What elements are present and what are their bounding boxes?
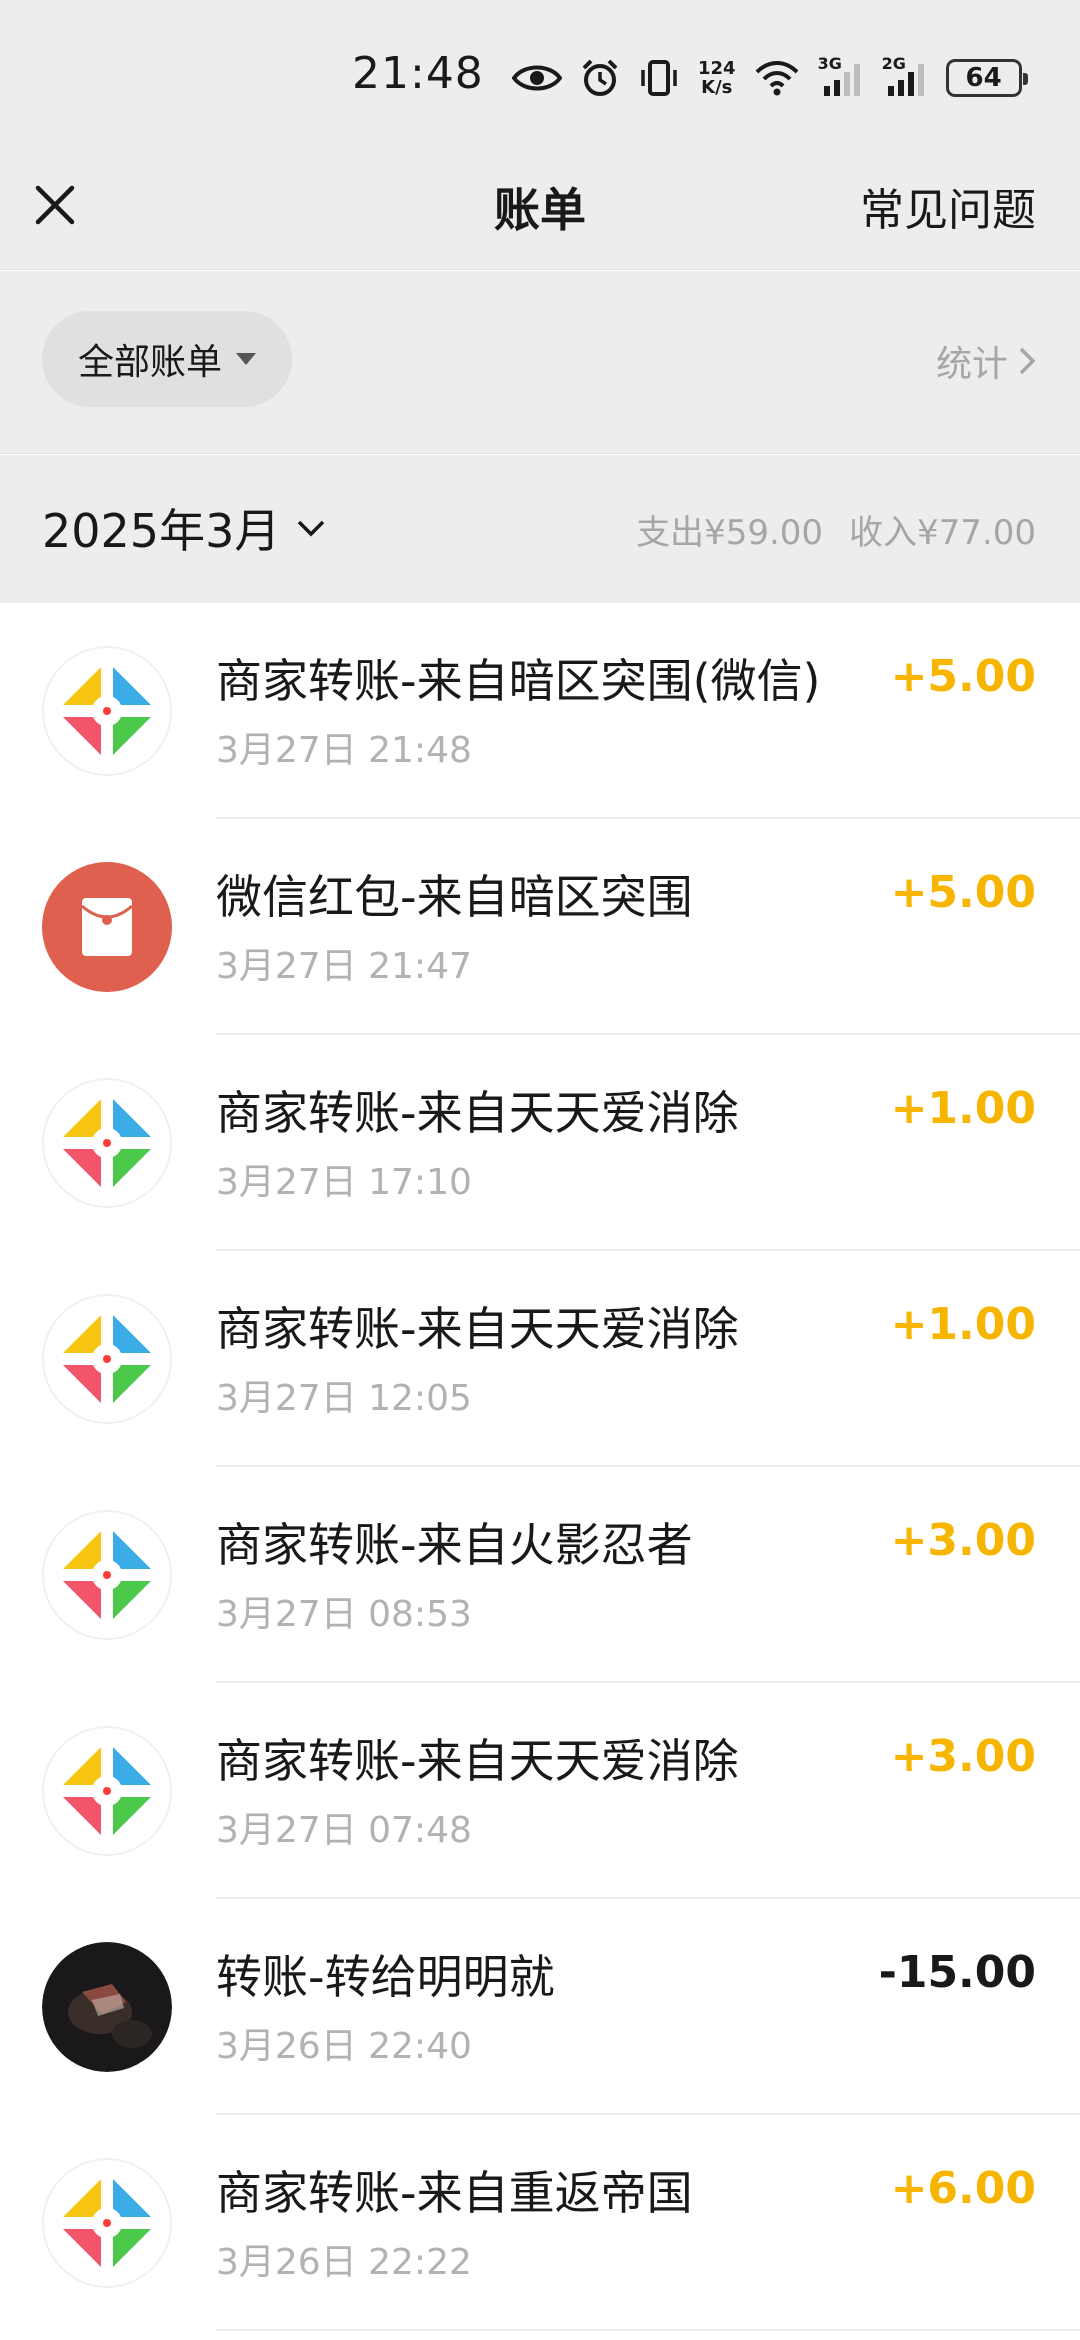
faq-link[interactable]: 常见问题 bbox=[860, 174, 1036, 238]
user-avatar bbox=[42, 1942, 172, 2072]
transaction-amount: +5.00 bbox=[890, 867, 1036, 918]
signal-bars-icon bbox=[823, 64, 860, 96]
signal-sim2: 2G bbox=[882, 54, 928, 98]
stats-label: 统计 bbox=[935, 344, 1008, 385]
expense-summary: 支出¥59.00 bbox=[636, 505, 823, 554]
transaction-row[interactable]: 商家转账-来自天天爱消除 3月27日 12:05 +1.00 bbox=[0, 1251, 1080, 1467]
nav-bar: 账单 常见问题 bbox=[0, 150, 1080, 270]
net-speed-unit: K/s bbox=[701, 77, 733, 98]
status-icons: 124 K/s 3G 2G 64 bbox=[512, 50, 1028, 106]
transaction-amount: +5.00 bbox=[890, 651, 1036, 702]
wifi-icon bbox=[755, 61, 798, 96]
transaction-time: 3月27日 12:05 bbox=[216, 1378, 472, 1419]
merchant-icon bbox=[42, 1078, 172, 1208]
chevron-right-icon bbox=[1019, 347, 1036, 375]
transaction-time: 3月27日 07:48 bbox=[216, 1810, 472, 1851]
status-bar: 21:48 124 K/s 3G 2G 64 bbox=[0, 0, 1080, 150]
income-value: ¥77.00 bbox=[917, 513, 1036, 553]
income-summary: 收入¥77.00 bbox=[849, 505, 1036, 554]
merchant-icon bbox=[42, 1294, 172, 1424]
transaction-title: 商家转账-来自天天爱消除 bbox=[216, 1086, 739, 1140]
transaction-time: 3月27日 21:48 bbox=[216, 730, 472, 771]
caret-down-icon bbox=[236, 353, 256, 365]
merchant-icon bbox=[42, 2158, 172, 2288]
transaction-amount: +3.00 bbox=[890, 1731, 1036, 1782]
vibrate-icon bbox=[641, 60, 677, 96]
merchant-icon bbox=[42, 646, 172, 776]
transaction-row[interactable]: 转账-转给明明就 3月26日 22:40 -15.00 bbox=[0, 1899, 1080, 2115]
transaction-title: 商家转账-来自天天爱消除 bbox=[216, 1302, 739, 1356]
expense-label: 支出 bbox=[636, 513, 705, 553]
stats-link[interactable]: 统计 bbox=[936, 335, 1036, 387]
transaction-title: 商家转账-来自天天爱消除 bbox=[216, 1734, 739, 1788]
transaction-title: 转账-转给明明就 bbox=[216, 1950, 555, 2004]
transaction-row[interactable]: 微信红包-来自暗区突围 3月27日 21:47 +5.00 bbox=[0, 819, 1080, 1035]
transaction-amount: -15.00 bbox=[878, 1947, 1036, 1998]
transaction-row[interactable]: 商家转账-来自重返帝国 3月26日 22:22 +6.00 bbox=[0, 2115, 1080, 2331]
battery-indicator: 64 bbox=[945, 59, 1028, 97]
merchant-icon bbox=[42, 1510, 172, 1640]
net-speed-value: 124 bbox=[698, 58, 736, 79]
signal-bars-icon bbox=[887, 64, 924, 96]
transaction-list: 商家转账-来自暗区突围(微信) 3月27日 21:48 +5.00 微信红包-来自暗区… bbox=[0, 603, 1080, 2331]
row-divider bbox=[216, 2329, 1080, 2331]
transaction-amount: +6.00 bbox=[890, 2163, 1036, 2214]
income-label: 收入 bbox=[849, 513, 918, 553]
bill-filter-label: 全部账单 bbox=[77, 342, 222, 383]
red-packet-icon bbox=[42, 862, 172, 992]
transaction-amount: +1.00 bbox=[890, 1299, 1036, 1350]
transaction-title: 商家转账-来自重返帝国 bbox=[216, 2166, 693, 2220]
transaction-title: 微信红包-来自暗区突围 bbox=[216, 870, 693, 924]
expense-value: ¥59.00 bbox=[704, 513, 824, 553]
transaction-row[interactable]: 商家转账-来自天天爱消除 3月27日 07:48 +3.00 bbox=[0, 1683, 1080, 1899]
eye-icon bbox=[512, 65, 562, 91]
transaction-row[interactable]: 商家转账-来自暗区突围(微信) 3月27日 21:48 +5.00 bbox=[0, 603, 1080, 819]
status-time: 21:48 bbox=[352, 48, 484, 99]
net-speed: 124 K/s bbox=[698, 59, 736, 97]
filter-row: 全部账单 统计 bbox=[0, 271, 1080, 454]
month-header: 2025年3月 支出¥59.00 收入¥77.00 bbox=[0, 455, 1080, 603]
month-label: 2025年3月 bbox=[42, 504, 281, 558]
transaction-amount: +1.00 bbox=[890, 1083, 1036, 1134]
transaction-time: 3月26日 22:22 bbox=[216, 2242, 472, 2283]
bill-filter-dropdown[interactable]: 全部账单 bbox=[42, 311, 292, 407]
transaction-row[interactable]: 商家转账-来自火影忍者 3月27日 08:53 +3.00 bbox=[0, 1467, 1080, 1683]
transaction-amount: +3.00 bbox=[890, 1515, 1036, 1566]
transaction-time: 3月27日 08:53 bbox=[216, 1594, 472, 1635]
transaction-title: 商家转账-来自暗区突围(微信) bbox=[216, 654, 821, 708]
month-summary: 支出¥59.00 收入¥77.00 bbox=[636, 505, 1036, 554]
chevron-down-icon bbox=[298, 520, 325, 537]
month-selector[interactable]: 2025年3月 bbox=[42, 495, 326, 561]
transaction-title: 商家转账-来自火影忍者 bbox=[216, 1518, 693, 1572]
merchant-icon bbox=[42, 1726, 172, 1856]
transaction-time: 3月27日 21:47 bbox=[216, 946, 472, 987]
transaction-row[interactable]: 商家转账-来自天天爱消除 3月27日 17:10 +1.00 bbox=[0, 1035, 1080, 1251]
alarm-icon bbox=[582, 59, 618, 96]
transaction-time: 3月26日 22:40 bbox=[216, 2026, 472, 2067]
transaction-time: 3月27日 17:10 bbox=[216, 1162, 472, 1203]
signal-sim1: 3G bbox=[818, 54, 864, 98]
